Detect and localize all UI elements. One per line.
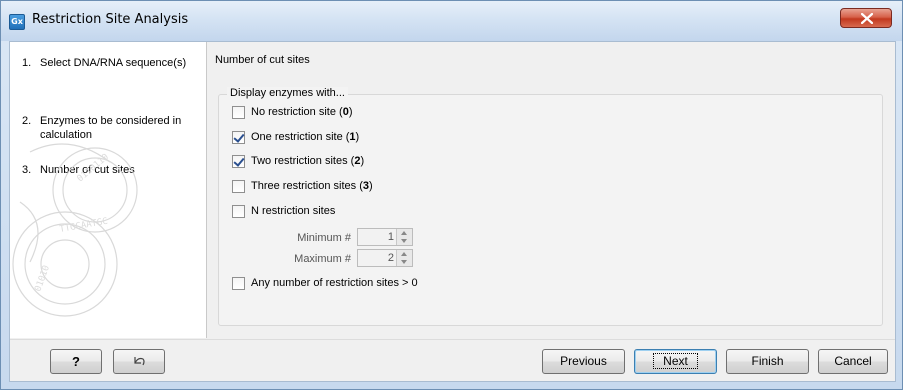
previous-label: Previous xyxy=(560,354,607,368)
svg-text:01010: 01010 xyxy=(33,264,52,293)
checkbox[interactable] xyxy=(232,277,245,290)
gx-app-icon: Gx xyxy=(9,14,25,30)
next-label: Next xyxy=(653,353,698,369)
step-label: Select DNA/RNA sequence(s) xyxy=(40,57,187,69)
close-button[interactable] xyxy=(840,8,892,28)
option-label: N restriction sites xyxy=(251,205,336,217)
cancel-label: Cancel xyxy=(834,354,872,368)
option-label: No restriction site (0) xyxy=(251,106,353,118)
maximum-value: 2 xyxy=(387,252,394,264)
option-label: Two restriction sites (2) xyxy=(251,155,365,167)
dialog-window: Gx Restriction Site Analysis 1. Select D… xyxy=(0,0,903,390)
dialog-body: 1. Select DNA/RNA sequence(s) 2. Enzymes… xyxy=(9,41,896,382)
wizard-steps-panel: 1. Select DNA/RNA sequence(s) 2. Enzymes… xyxy=(10,42,207,338)
reset-icon xyxy=(134,357,145,366)
spinner-arrows[interactable] xyxy=(396,250,412,266)
spin-down-icon[interactable] xyxy=(401,239,407,243)
checkbox[interactable] xyxy=(232,131,245,144)
close-icon xyxy=(861,13,873,24)
section-title: Number of cut sites xyxy=(215,54,310,66)
finish-label: Finish xyxy=(751,354,784,368)
option-label: Any number of restriction sites > 0 xyxy=(251,277,418,289)
minimum-value: 1 xyxy=(387,231,394,243)
checkbox[interactable] xyxy=(232,205,245,218)
spin-up-icon[interactable] xyxy=(401,231,407,235)
cancel-button[interactable]: Cancel xyxy=(818,349,888,374)
title-bar[interactable]: Gx Restriction Site Analysis xyxy=(1,1,902,41)
option-label: Three restriction sites (3) xyxy=(251,180,373,192)
help-label: ? xyxy=(72,354,80,369)
checkbox[interactable] xyxy=(232,155,245,168)
spin-up-icon[interactable] xyxy=(401,252,407,256)
spin-down-icon[interactable] xyxy=(401,260,407,264)
spinner-arrows[interactable] xyxy=(396,229,412,245)
step-label: Enzymes to be considered in calculation xyxy=(40,115,182,141)
maximum-label: Maximum # xyxy=(294,253,351,265)
step-number: 2. xyxy=(22,115,32,127)
display-enzymes-group: Display enzymes with... No restriction s… xyxy=(218,87,883,326)
group-title: Display enzymes with... xyxy=(227,87,348,99)
finish-button[interactable]: Finish xyxy=(726,349,809,374)
option-label: One restriction site (1) xyxy=(251,131,360,143)
help-button[interactable]: ? xyxy=(50,349,102,374)
reset-button[interactable] xyxy=(113,349,165,374)
previous-button[interactable]: Previous xyxy=(542,349,625,374)
dna-watermark-logo: 0110110 01010 TTGCAATGC xyxy=(12,143,138,317)
minimum-spinner[interactable]: 1 xyxy=(357,228,413,246)
minimum-label: Minimum # xyxy=(297,232,351,244)
step-number: 1. xyxy=(22,57,32,69)
checkbox[interactable] xyxy=(232,106,245,119)
wizard-content: Number of cut sites Display enzymes with… xyxy=(208,42,895,338)
maximum-spinner[interactable]: 2 xyxy=(357,249,413,267)
next-button[interactable]: Next xyxy=(634,349,717,374)
svg-text:0110110: 0110110 xyxy=(76,152,111,184)
checkbox[interactable] xyxy=(232,180,245,193)
button-bar: ? Previous Next Finish Cancel xyxy=(10,339,895,381)
window-title: Restriction Site Analysis xyxy=(32,12,189,27)
